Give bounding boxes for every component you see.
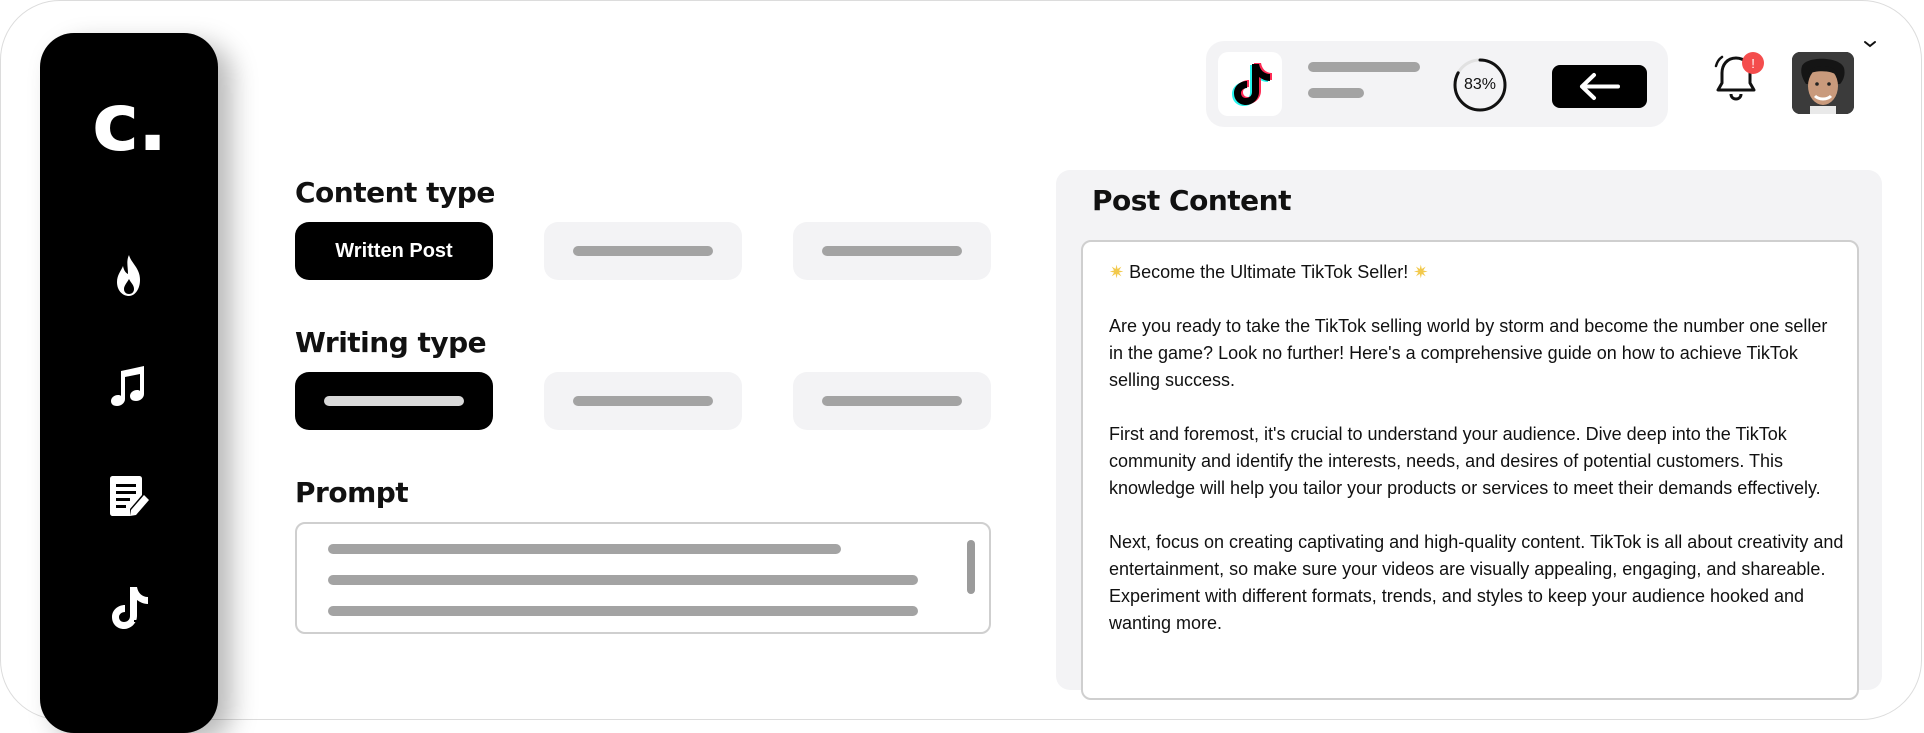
tiktok-icon	[1232, 63, 1272, 106]
placeholder-line	[328, 606, 918, 616]
writing-type-title: Writing type	[295, 326, 487, 359]
placeholder-bar	[324, 396, 464, 406]
user-avatar-image	[1792, 52, 1854, 114]
writing-type-option-3[interactable]	[793, 372, 991, 430]
writing-type-option-1[interactable]	[295, 372, 493, 430]
avatar[interactable]	[1792, 52, 1854, 114]
placeholder-bar	[822, 246, 962, 256]
document-edit-icon	[110, 476, 149, 516]
placeholder-bar	[822, 396, 962, 406]
platform-tile[interactable]	[1218, 52, 1282, 116]
post-paragraph: Are you ready to take the TikTok selling…	[1109, 316, 1828, 390]
writing-type-option-2[interactable]	[544, 372, 742, 430]
flame-icon	[117, 255, 140, 296]
content-type-option-3[interactable]	[793, 222, 991, 280]
sidebar-item-tiktok[interactable]	[104, 583, 154, 633]
sidebar-item-posts[interactable]	[104, 471, 154, 521]
prompt-input[interactable]	[295, 522, 991, 634]
music-note-icon	[111, 366, 144, 406]
post-headline: ✷ Become the Ultimate TikTok Seller! ✷	[1109, 259, 1845, 286]
prompt-title: Prompt	[295, 476, 409, 509]
sparkle-icon: ✷	[1109, 262, 1125, 282]
progress-value: 83%	[1463, 76, 1497, 93]
app-logo[interactable]: c.	[92, 83, 168, 163]
placeholder-bar	[573, 396, 713, 406]
back-button[interactable]	[1552, 65, 1647, 108]
post-headline-text: Become the Ultimate TikTok Seller!	[1129, 262, 1409, 282]
post-content-text: ✷ Become the Ultimate TikTok Seller! ✷ A…	[1109, 259, 1845, 664]
sidebar: c.	[40, 33, 218, 733]
content-type-title: Content type	[295, 176, 495, 209]
sidebar-item-trending[interactable]	[104, 251, 154, 301]
post-content-title: Post Content	[1092, 184, 1291, 217]
prompt-scrollbar[interactable]	[967, 540, 975, 594]
placeholder-line	[328, 575, 918, 585]
content-type-option-2[interactable]	[544, 222, 742, 280]
arrow-left-icon	[1580, 73, 1620, 100]
account-bar: 83%	[1206, 41, 1668, 127]
placeholder-bar	[573, 246, 713, 256]
post-paragraph: Next, focus on creating captivating and …	[1109, 532, 1844, 633]
account-handle-placeholder	[1308, 88, 1364, 98]
chevron-down-icon[interactable]	[1862, 38, 1878, 50]
placeholder-line	[328, 544, 841, 554]
sparkle-icon: ✷	[1413, 262, 1429, 282]
tiktok-icon	[112, 587, 150, 629]
content-type-option-label: Written Post	[335, 239, 453, 262]
content-type-option-written-post[interactable]: Written Post	[295, 222, 493, 280]
post-paragraph: First and foremost, it's crucial to unde…	[1109, 424, 1821, 498]
progress-ring: 83%	[1451, 56, 1509, 114]
notification-badge: !	[1742, 52, 1764, 74]
account-name-placeholder	[1308, 62, 1420, 72]
sidebar-item-music[interactable]	[104, 361, 154, 411]
